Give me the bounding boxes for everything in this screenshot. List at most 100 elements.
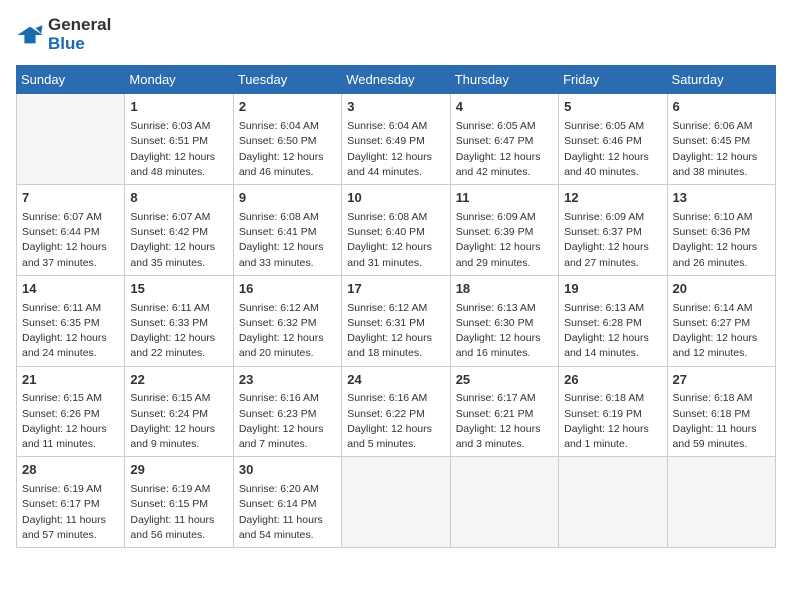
day-number: 26 bbox=[564, 371, 661, 390]
cell-text: Sunrise: 6:05 AM bbox=[564, 119, 661, 134]
cell-text: Sunset: 6:19 PM bbox=[564, 407, 661, 422]
cell-text: Daylight: 12 hours bbox=[239, 150, 336, 165]
cell-text: Sunset: 6:24 PM bbox=[130, 407, 227, 422]
day-number: 30 bbox=[239, 461, 336, 480]
calendar-cell: 18Sunrise: 6:13 AMSunset: 6:30 PMDayligh… bbox=[450, 275, 558, 366]
cell-text: Daylight: 12 hours bbox=[564, 422, 661, 437]
cell-text: Sunset: 6:21 PM bbox=[456, 407, 553, 422]
calendar-cell bbox=[667, 457, 775, 548]
calendar-cell: 11Sunrise: 6:09 AMSunset: 6:39 PMDayligh… bbox=[450, 185, 558, 276]
cell-text: Daylight: 12 hours bbox=[22, 331, 119, 346]
cell-text: and 7 minutes. bbox=[239, 437, 336, 452]
cell-text: and 59 minutes. bbox=[673, 437, 770, 452]
cell-text: Daylight: 12 hours bbox=[456, 331, 553, 346]
cell-text: Sunset: 6:44 PM bbox=[22, 225, 119, 240]
calendar-cell: 8Sunrise: 6:07 AMSunset: 6:42 PMDaylight… bbox=[125, 185, 233, 276]
day-number: 12 bbox=[564, 189, 661, 208]
cell-text: Daylight: 12 hours bbox=[22, 422, 119, 437]
cell-text: Sunrise: 6:17 AM bbox=[456, 391, 553, 406]
cell-text: Sunset: 6:31 PM bbox=[347, 316, 444, 331]
cell-text: Daylight: 12 hours bbox=[347, 331, 444, 346]
cell-text: Daylight: 12 hours bbox=[564, 150, 661, 165]
cell-text: Daylight: 12 hours bbox=[456, 422, 553, 437]
cell-text: Daylight: 11 hours bbox=[22, 513, 119, 528]
calendar-cell: 26Sunrise: 6:18 AMSunset: 6:19 PMDayligh… bbox=[559, 366, 667, 457]
calendar-cell bbox=[559, 457, 667, 548]
cell-text: Sunset: 6:50 PM bbox=[239, 134, 336, 149]
calendar-cell: 9Sunrise: 6:08 AMSunset: 6:41 PMDaylight… bbox=[233, 185, 341, 276]
day-number: 28 bbox=[22, 461, 119, 480]
cell-text: Daylight: 12 hours bbox=[347, 422, 444, 437]
cell-text: and 46 minutes. bbox=[239, 165, 336, 180]
day-number: 11 bbox=[456, 189, 553, 208]
cell-text: Sunset: 6:37 PM bbox=[564, 225, 661, 240]
cell-text: and 1 minute. bbox=[564, 437, 661, 452]
cell-text: Daylight: 12 hours bbox=[130, 150, 227, 165]
day-number: 24 bbox=[347, 371, 444, 390]
cell-text: and 54 minutes. bbox=[239, 528, 336, 543]
calendar-table: SundayMondayTuesdayWednesdayThursdayFrid… bbox=[16, 65, 776, 548]
week-row-2: 7Sunrise: 6:07 AMSunset: 6:44 PMDaylight… bbox=[17, 185, 776, 276]
cell-text: Sunset: 6:17 PM bbox=[22, 497, 119, 512]
calendar-cell: 24Sunrise: 6:16 AMSunset: 6:22 PMDayligh… bbox=[342, 366, 450, 457]
calendar-cell: 29Sunrise: 6:19 AMSunset: 6:15 PMDayligh… bbox=[125, 457, 233, 548]
cell-text: Sunrise: 6:19 AM bbox=[22, 482, 119, 497]
cell-text: Sunrise: 6:18 AM bbox=[564, 391, 661, 406]
cell-text: Sunset: 6:33 PM bbox=[130, 316, 227, 331]
cell-text: Sunrise: 6:04 AM bbox=[347, 119, 444, 134]
cell-text: Sunset: 6:30 PM bbox=[456, 316, 553, 331]
day-number: 1 bbox=[130, 98, 227, 117]
weekday-header-wednesday: Wednesday bbox=[342, 66, 450, 94]
logo-icon bbox=[16, 21, 44, 49]
cell-text: Sunset: 6:46 PM bbox=[564, 134, 661, 149]
cell-text: and 5 minutes. bbox=[347, 437, 444, 452]
calendar-cell: 17Sunrise: 6:12 AMSunset: 6:31 PMDayligh… bbox=[342, 275, 450, 366]
day-number: 23 bbox=[239, 371, 336, 390]
cell-text: Sunrise: 6:14 AM bbox=[673, 301, 770, 316]
calendar-cell: 1Sunrise: 6:03 AMSunset: 6:51 PMDaylight… bbox=[125, 94, 233, 185]
day-number: 3 bbox=[347, 98, 444, 117]
cell-text: and 38 minutes. bbox=[673, 165, 770, 180]
day-number: 17 bbox=[347, 280, 444, 299]
cell-text: Sunrise: 6:19 AM bbox=[130, 482, 227, 497]
cell-text: and 18 minutes. bbox=[347, 346, 444, 361]
calendar-cell bbox=[342, 457, 450, 548]
day-number: 8 bbox=[130, 189, 227, 208]
cell-text: Daylight: 12 hours bbox=[130, 240, 227, 255]
cell-text: Sunset: 6:23 PM bbox=[239, 407, 336, 422]
week-row-1: 1Sunrise: 6:03 AMSunset: 6:51 PMDaylight… bbox=[17, 94, 776, 185]
cell-text: Sunset: 6:40 PM bbox=[347, 225, 444, 240]
cell-text: and 14 minutes. bbox=[564, 346, 661, 361]
cell-text: Sunrise: 6:08 AM bbox=[239, 210, 336, 225]
cell-text: Daylight: 11 hours bbox=[239, 513, 336, 528]
cell-text: Daylight: 12 hours bbox=[347, 150, 444, 165]
weekday-header-row: SundayMondayTuesdayWednesdayThursdayFrid… bbox=[17, 66, 776, 94]
weekday-header-friday: Friday bbox=[559, 66, 667, 94]
calendar-cell: 30Sunrise: 6:20 AMSunset: 6:14 PMDayligh… bbox=[233, 457, 341, 548]
day-number: 25 bbox=[456, 371, 553, 390]
weekday-header-thursday: Thursday bbox=[450, 66, 558, 94]
cell-text: and 29 minutes. bbox=[456, 256, 553, 271]
cell-text: Daylight: 11 hours bbox=[673, 422, 770, 437]
cell-text: Daylight: 12 hours bbox=[564, 240, 661, 255]
calendar-cell: 15Sunrise: 6:11 AMSunset: 6:33 PMDayligh… bbox=[125, 275, 233, 366]
cell-text: Sunset: 6:41 PM bbox=[239, 225, 336, 240]
cell-text: Sunrise: 6:15 AM bbox=[130, 391, 227, 406]
cell-text: Sunset: 6:42 PM bbox=[130, 225, 227, 240]
calendar-cell: 2Sunrise: 6:04 AMSunset: 6:50 PMDaylight… bbox=[233, 94, 341, 185]
cell-text: Sunrise: 6:05 AM bbox=[456, 119, 553, 134]
day-number: 22 bbox=[130, 371, 227, 390]
cell-text: Sunset: 6:28 PM bbox=[564, 316, 661, 331]
logo: General Blue bbox=[16, 16, 111, 53]
week-row-5: 28Sunrise: 6:19 AMSunset: 6:17 PMDayligh… bbox=[17, 457, 776, 548]
cell-text: Sunrise: 6:13 AM bbox=[564, 301, 661, 316]
day-number: 10 bbox=[347, 189, 444, 208]
cell-text: and 37 minutes. bbox=[22, 256, 119, 271]
day-number: 15 bbox=[130, 280, 227, 299]
cell-text: and 33 minutes. bbox=[239, 256, 336, 271]
day-number: 16 bbox=[239, 280, 336, 299]
cell-text: Sunset: 6:27 PM bbox=[673, 316, 770, 331]
weekday-header-sunday: Sunday bbox=[17, 66, 125, 94]
cell-text: Daylight: 12 hours bbox=[673, 331, 770, 346]
calendar-cell: 27Sunrise: 6:18 AMSunset: 6:18 PMDayligh… bbox=[667, 366, 775, 457]
